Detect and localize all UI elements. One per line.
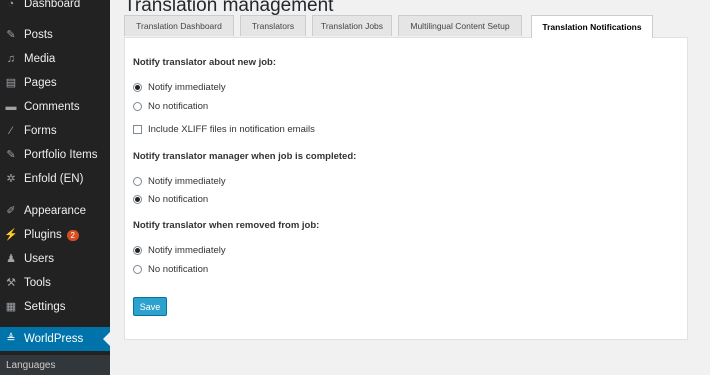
tab-translation-notifications[interactable]: Translation Notifications bbox=[531, 15, 653, 38]
sidebar-item-label: Posts bbox=[24, 29, 53, 41]
new-job-no-notification-radio[interactable]: No notification bbox=[133, 101, 208, 112]
radio-label: Notify immediately bbox=[148, 245, 226, 256]
tab-multilingual-content-setup[interactable]: Multilingual Content Setup bbox=[398, 15, 522, 36]
dashboard-icon: ◔ bbox=[7, 0, 15, 10]
sidebar-item-label: Comments bbox=[24, 101, 80, 113]
section-heading-removed: Notify translator when removed from job: bbox=[133, 220, 320, 231]
sidebar-item-posts[interactable]: ✎ Posts bbox=[0, 24, 110, 46]
media-icon: ♫ bbox=[6, 52, 16, 65]
radio-label: No notification bbox=[148, 194, 209, 205]
radio-label: No notification bbox=[148, 264, 209, 275]
sidebar-item-plugins[interactable]: ⚡ Plugins 2 bbox=[0, 224, 110, 246]
sidebar-item-tools[interactable]: ⚒ Tools bbox=[0, 272, 110, 294]
submenu-item-label: Languages bbox=[6, 359, 56, 371]
users-icon: ♟ bbox=[6, 252, 16, 265]
job-completed-no-notification-radio[interactable]: No notification bbox=[133, 194, 208, 205]
gear-icon: ✲ bbox=[6, 172, 16, 185]
sidebar-item-label: Users bbox=[24, 253, 55, 265]
tab-translation-dashboard[interactable]: Translation Dashboard bbox=[124, 15, 234, 36]
active-indicator-arrow bbox=[103, 332, 110, 346]
admin-sidebar: ◔ Dashboard ✎ Posts ♫ Media ▤ Pages ▬ Co… bbox=[0, 0, 110, 375]
checkbox[interactable] bbox=[133, 125, 142, 134]
sidebar-item-label: Media bbox=[24, 53, 56, 65]
radio-button[interactable] bbox=[133, 177, 142, 186]
sidebar-item-label: Tools bbox=[24, 277, 51, 289]
plugins-icon: ⚡ bbox=[4, 228, 18, 241]
save-button[interactable]: Save bbox=[133, 297, 167, 316]
section-heading-job-completed: Notify translator manager when job is co… bbox=[133, 151, 357, 162]
sidebar-item-forms[interactable]: ⁄ Forms bbox=[0, 120, 110, 142]
pages-icon: ▤ bbox=[5, 76, 17, 89]
removed-notify-immediately-radio[interactable]: Notify immediately bbox=[133, 245, 226, 256]
checkbox-label: Include XLIFF files in notification emai… bbox=[148, 124, 315, 135]
plugins-update-badge: 2 bbox=[66, 229, 79, 241]
sidebar-item-media[interactable]: ♫ Media bbox=[0, 48, 110, 70]
submenu-item-languages[interactable]: Languages bbox=[0, 355, 110, 375]
sidebar-item-pages[interactable]: ▤ Pages bbox=[0, 72, 110, 94]
radio-button[interactable] bbox=[133, 246, 142, 255]
sidebar-item-worldpress[interactable]: ≜ WorldPress bbox=[0, 327, 110, 351]
tab-label: Translation Dashboard bbox=[136, 21, 222, 31]
sidebar-item-label: Dashboard bbox=[24, 0, 81, 10]
settings-icon: ▦ bbox=[5, 300, 17, 313]
removed-no-notification-radio[interactable]: No notification bbox=[133, 264, 208, 275]
comments-icon: ▬ bbox=[5, 100, 17, 113]
radio-label: Notify immediately bbox=[148, 176, 226, 187]
tools-icon: ⚒ bbox=[6, 276, 16, 289]
radio-label: Notify immediately bbox=[148, 82, 226, 93]
tab-label: Translation Jobs bbox=[320, 21, 384, 31]
tab-label: Translation Notifications bbox=[542, 22, 642, 32]
section-heading-new-job: Notify translator about new job: bbox=[133, 57, 277, 68]
sidebar-item-users[interactable]: ♟ Users bbox=[0, 248, 110, 270]
tab-translators[interactable]: Translators bbox=[240, 15, 306, 36]
radio-button[interactable] bbox=[133, 83, 142, 92]
tab-translation-jobs[interactable]: Translation Jobs bbox=[312, 15, 392, 36]
forms-icon: ⁄ bbox=[10, 124, 12, 137]
sidebar-item-settings[interactable]: ▦ Settings bbox=[0, 296, 110, 318]
sidebar-item-label: Settings bbox=[24, 301, 66, 313]
sidebar-item-label: Portfolio Items bbox=[24, 149, 98, 161]
sidebar-item-comments[interactable]: ▬ Comments bbox=[0, 96, 110, 118]
pin-icon: ✎ bbox=[6, 148, 16, 161]
new-job-notify-immediately-radio[interactable]: Notify immediately bbox=[133, 82, 226, 93]
sidebar-item-label: Pages bbox=[24, 77, 57, 89]
radio-button[interactable] bbox=[133, 102, 142, 111]
sidebar-item-portfolio-items[interactable]: ✎ Portfolio Items bbox=[0, 144, 110, 166]
sidebar-item-dashboard[interactable]: ◔ Dashboard bbox=[0, 0, 110, 15]
notifications-panel: Notify translator about new job: Notify … bbox=[124, 37, 688, 340]
sidebar-item-label: WorldPress bbox=[24, 333, 84, 345]
sidebar-item-label: Enfold (EN) bbox=[24, 173, 84, 185]
sidebar-item-label: Plugins bbox=[24, 229, 62, 241]
appearance-icon: ✐ bbox=[6, 204, 16, 217]
sidebar-item-appearance[interactable]: ✐ Appearance bbox=[0, 200, 110, 222]
sidebar-item-label: Appearance bbox=[24, 205, 87, 217]
worldpress-icon: ≜ bbox=[6, 332, 16, 345]
job-completed-notify-immediately-radio[interactable]: Notify immediately bbox=[133, 176, 226, 187]
radio-button[interactable] bbox=[133, 195, 142, 204]
tab-label: Multilingual Content Setup bbox=[410, 21, 510, 31]
include-xliff-checkbox[interactable]: Include XLIFF files in notification emai… bbox=[133, 124, 315, 135]
radio-label: No notification bbox=[148, 101, 209, 112]
radio-button[interactable] bbox=[133, 265, 142, 274]
sidebar-item-label: Forms bbox=[24, 125, 57, 137]
pin-icon: ✎ bbox=[6, 28, 16, 41]
tab-label: Translators bbox=[251, 21, 295, 31]
sidebar-item-enfold[interactable]: ✲ Enfold (EN) bbox=[0, 168, 110, 190]
